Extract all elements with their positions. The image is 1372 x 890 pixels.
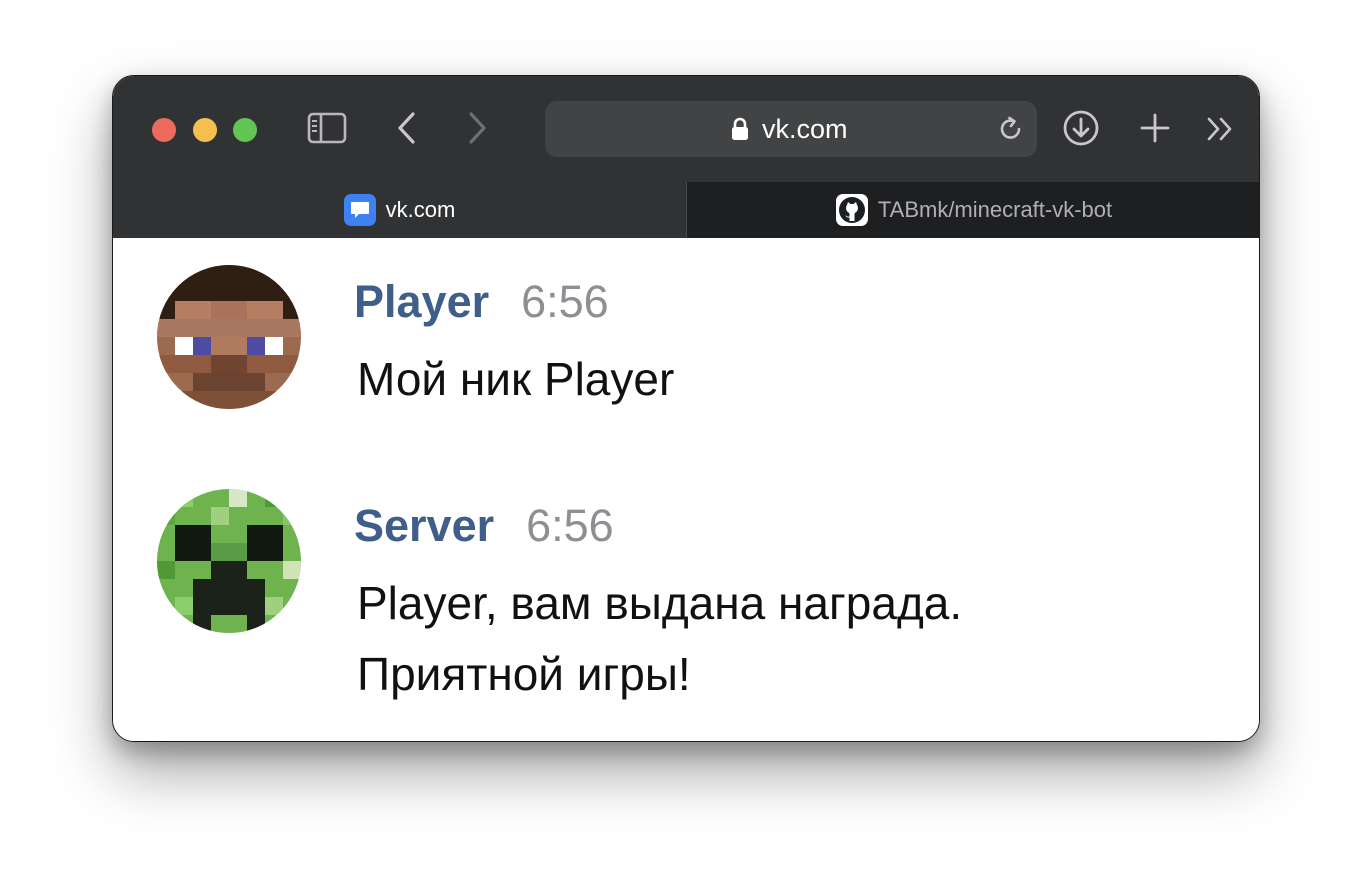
message-line: Player, вам выдана награда. <box>357 577 963 629</box>
lock-icon <box>731 117 749 146</box>
zoom-window-button[interactable] <box>233 118 257 142</box>
message-text: Мой ник Player <box>357 344 674 415</box>
tab-label: TABmk/minecraft-vk-bot <box>877 197 1113 222</box>
forward-chevron-icon[interactable] <box>463 110 491 146</box>
tab-github[interactable]: TABmk/minecraft-vk-bot <box>686 182 1259 238</box>
close-window-button[interactable] <box>152 118 176 142</box>
address-url: vk.com <box>762 114 848 144</box>
reload-icon[interactable] <box>997 115 1025 148</box>
message-author[interactable]: Player <box>354 276 489 328</box>
message-header: Server 6:56 <box>354 500 614 552</box>
message-header: Player 6:56 <box>354 276 609 328</box>
browser-toolbar: vk.com <box>113 76 1259 182</box>
address-bar[interactable]: vk.com <box>545 101 1037 157</box>
message-text: Player, вам выдана награда. Приятной игр… <box>357 568 962 710</box>
tab-vk[interactable]: vk.com <box>113 182 686 238</box>
download-icon[interactable] <box>1061 108 1101 148</box>
back-chevron-icon[interactable] <box>393 110 421 146</box>
message-time: 6:56 <box>526 500 614 551</box>
minecraft-creeper-avatar[interactable] <box>157 489 301 633</box>
vk-messenger-icon <box>343 194 376 226</box>
message-time: 6:56 <box>521 276 609 327</box>
tab-label: vk.com <box>385 197 456 222</box>
minecraft-steve-avatar[interactable] <box>157 265 301 409</box>
more-tabs-chevrons-icon[interactable] <box>1205 114 1237 144</box>
message-author[interactable]: Server <box>354 500 494 552</box>
new-tab-plus-icon[interactable] <box>1137 110 1173 146</box>
minimize-window-button[interactable] <box>193 118 217 142</box>
sidebar-toggle-icon[interactable] <box>307 112 347 144</box>
github-icon <box>835 194 868 226</box>
message-line: Мой ник Player <box>357 353 675 405</box>
chat-content: Player 6:56 Мой ник Player Server 6:56 P… <box>113 238 1259 741</box>
browser-window: vk.com vk.com TABmk/minecraft-vk-bot Pla… <box>112 75 1260 742</box>
message-line: Приятной игры! <box>357 648 691 700</box>
tab-bar: vk.com TABmk/minecraft-vk-bot <box>113 182 1259 238</box>
